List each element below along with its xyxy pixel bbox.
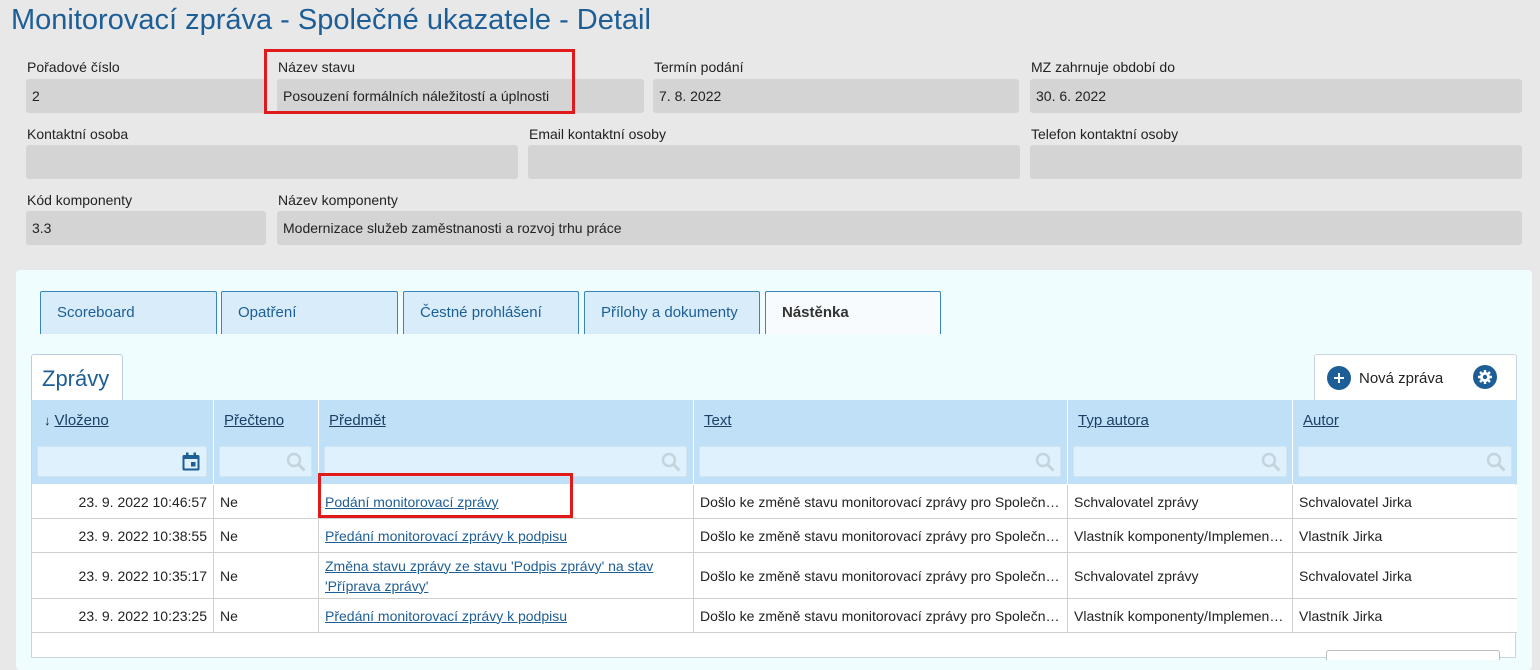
grid-header: ↓ Vloženo Přečteno Předmět Text Typ auto… bbox=[32, 400, 1517, 484]
new-message-label: Nová zpráva bbox=[1359, 369, 1444, 387]
tab-cestne-prohlaseni[interactable]: Čestné prohlášení bbox=[403, 291, 579, 334]
kod-komponenty-label: Kód komponenty bbox=[27, 192, 133, 208]
nazev-komponenty-label: Název komponenty bbox=[278, 192, 398, 208]
column-predmet: Předmět bbox=[318, 400, 692, 484]
cell-typ-autora: Schvalovatel zprávy bbox=[1067, 485, 1292, 518]
text-value: Došlo ke změně stavu monitorovací zprávy… bbox=[700, 527, 1061, 544]
filter-autor-input[interactable] bbox=[1298, 446, 1512, 477]
predmet-link[interactable]: Předání monitorovací zprávy k podpisu bbox=[325, 526, 567, 546]
typ-autora-value: Schvalovatel zprávy bbox=[1074, 493, 1199, 510]
search-icon bbox=[1486, 452, 1506, 477]
cell-typ-autora: Schvalovatel zprávy bbox=[1067, 553, 1292, 598]
cell-autor: Schvalovatel Jirka bbox=[1292, 553, 1517, 598]
cell-predmet: Podání monitorovací zprávy bbox=[318, 485, 693, 518]
column-autor-title[interactable]: Autor bbox=[1303, 412, 1339, 429]
table-row[interactable]: 23. 9. 2022 10:46:57 Ne Podání monitorov… bbox=[32, 485, 1517, 519]
cell-vlozeno: 23. 9. 2022 10:23:25 bbox=[78, 607, 207, 624]
column-text: Text bbox=[693, 400, 1066, 484]
email-label: Email kontaktní osoby bbox=[529, 126, 666, 142]
filter-text-input[interactable] bbox=[699, 446, 1061, 477]
column-typ-autora-title[interactable]: Typ autora bbox=[1078, 412, 1149, 429]
column-predmet-title[interactable]: Předmět bbox=[329, 412, 386, 429]
cell-text: Došlo ke změně stavu monitorovací zprávy… bbox=[693, 553, 1067, 598]
poradove-cislo-field: 2 bbox=[26, 79, 266, 113]
search-icon bbox=[661, 452, 681, 477]
calendar-icon[interactable] bbox=[181, 452, 201, 477]
subtab-zpravy[interactable]: Zprávy bbox=[31, 354, 123, 400]
predmet-link[interactable]: Podání monitorovací zprávy bbox=[325, 492, 499, 512]
cell-text: Došlo ke změně stavu monitorovací zprávy… bbox=[693, 599, 1067, 632]
cell-autor: Schvalovatel Jirka bbox=[1292, 485, 1517, 518]
filter-predmet-input[interactable] bbox=[324, 446, 687, 477]
kontaktni-osoba-field bbox=[26, 145, 518, 179]
messages-grid: ↓ Vloženo Přečteno Předmět Text Typ auto… bbox=[31, 400, 1517, 658]
telefon-field bbox=[1030, 145, 1522, 179]
column-typ-autora: Typ autora bbox=[1067, 400, 1291, 484]
search-icon bbox=[1035, 452, 1055, 477]
cell-vlozeno: 23. 9. 2022 10:35:17 bbox=[78, 567, 207, 584]
page-title: Monitorovací zpráva - Společné ukazatele… bbox=[11, 4, 651, 36]
cell-precteno: Ne bbox=[213, 553, 318, 598]
cell-vlozeno: 23. 9. 2022 10:38:55 bbox=[78, 527, 207, 544]
text-value: Došlo ke změně stavu monitorovací zprávy… bbox=[700, 567, 1061, 584]
filter-precteno-input[interactable] bbox=[219, 446, 312, 477]
typ-autora-value: Schvalovatel zprávy bbox=[1074, 567, 1199, 584]
column-precteno-title[interactable]: Přečteno bbox=[224, 412, 284, 429]
table-row[interactable]: 23. 9. 2022 10:23:25 Ne Předání monitoro… bbox=[32, 599, 1517, 633]
nazev-stavu-field: Posouzení formálních náležitostí a úplno… bbox=[277, 79, 644, 113]
text-value: Došlo ke změně stavu monitorovací zprávy… bbox=[700, 493, 1061, 510]
nazev-komponenty-field: Modernizace služeb zaměstnanosti a rozvo… bbox=[277, 211, 1522, 245]
cell-predmet: Předání monitorovací zprávy k podpisu bbox=[318, 599, 693, 632]
column-vlozeno-title[interactable]: ↓ Vloženo bbox=[44, 412, 109, 429]
termin-podani-field: 7. 8. 2022 bbox=[653, 79, 1019, 113]
cell-precteno: Ne bbox=[213, 485, 318, 518]
cell-text: Došlo ke změně stavu monitorovací zprávy… bbox=[693, 485, 1067, 518]
kod-komponenty-field: 3.3 bbox=[26, 211, 266, 245]
text-value: Došlo ke změně stavu monitorovací zprávy… bbox=[700, 607, 1061, 624]
grid-toolbar: Nová zpráva bbox=[1314, 354, 1517, 400]
gear-icon[interactable] bbox=[1473, 365, 1497, 389]
tab-scoreboard[interactable]: Scoreboard bbox=[40, 291, 217, 334]
search-icon bbox=[1261, 452, 1281, 477]
cell-predmet: Předání monitorovací zprávy k podpisu bbox=[318, 519, 693, 552]
typ-autora-value: Vlastník komponenty/Implementátor bbox=[1074, 527, 1286, 544]
tab-nastenka[interactable]: Nástěnka bbox=[765, 291, 941, 334]
cell-autor: Vlastník Jirka bbox=[1292, 599, 1517, 632]
nazev-stavu-label: Název stavu bbox=[278, 59, 356, 75]
table-row[interactable]: 23. 9. 2022 10:38:55 Ne Předání monitoro… bbox=[32, 519, 1517, 553]
cell-predmet: Změna stavu zprávy ze stavu 'Podpis zprá… bbox=[318, 553, 693, 598]
tab-prilohy[interactable]: Přílohy a dokumenty bbox=[584, 291, 760, 334]
cell-text: Došlo ke změně stavu monitorovací zprávy… bbox=[693, 519, 1067, 552]
table-row[interactable]: 23. 9. 2022 10:35:17 Ne Změna stavu zprá… bbox=[32, 553, 1517, 599]
telefon-label: Telefon kontaktní osoby bbox=[1031, 126, 1179, 142]
cell-vlozeno: 23. 9. 2022 10:46:57 bbox=[78, 493, 207, 510]
poradove-cislo-label: Pořadové číslo bbox=[27, 59, 120, 75]
kontaktni-osoba-label: Kontaktní osoba bbox=[27, 126, 129, 142]
mz-obdobi-field: 30. 6. 2022 bbox=[1030, 79, 1522, 113]
arrow-down-icon: ↓ bbox=[44, 413, 51, 428]
cell-typ-autora: Vlastník komponenty/Implementátor bbox=[1067, 599, 1292, 632]
mz-obdobi-label: MZ zahrnuje období do bbox=[1031, 59, 1175, 75]
cell-precteno: Ne bbox=[213, 519, 318, 552]
cell-autor: Vlastník Jirka bbox=[1292, 519, 1517, 552]
predmet-link[interactable]: Předání monitorovací zprávy k podpisu bbox=[325, 606, 567, 626]
plus-circle-icon bbox=[1327, 366, 1351, 390]
filter-vlozeno-input[interactable] bbox=[37, 446, 207, 477]
tab-opatreni[interactable]: Opatření bbox=[221, 291, 398, 334]
typ-autora-value: Vlastník komponenty/Implementátor bbox=[1074, 607, 1286, 624]
column-vlozeno: ↓ Vloženo bbox=[32, 400, 212, 484]
column-text-title[interactable]: Text bbox=[704, 412, 732, 429]
search-icon bbox=[286, 452, 306, 477]
pager-box bbox=[1326, 650, 1500, 660]
column-autor: Autor bbox=[1292, 400, 1517, 484]
cell-precteno: Ne bbox=[213, 599, 318, 632]
filter-typ-autora-input[interactable] bbox=[1073, 446, 1287, 477]
new-message-button[interactable]: Nová zpráva bbox=[1327, 365, 1443, 391]
email-field bbox=[528, 145, 1020, 179]
termin-podani-label: Termín podání bbox=[654, 59, 744, 75]
column-precteno: Přečteno bbox=[213, 400, 317, 484]
predmet-link[interactable]: Změna stavu zprávy ze stavu 'Podpis zprá… bbox=[325, 556, 687, 596]
cell-typ-autora: Vlastník komponenty/Implementátor bbox=[1067, 519, 1292, 552]
